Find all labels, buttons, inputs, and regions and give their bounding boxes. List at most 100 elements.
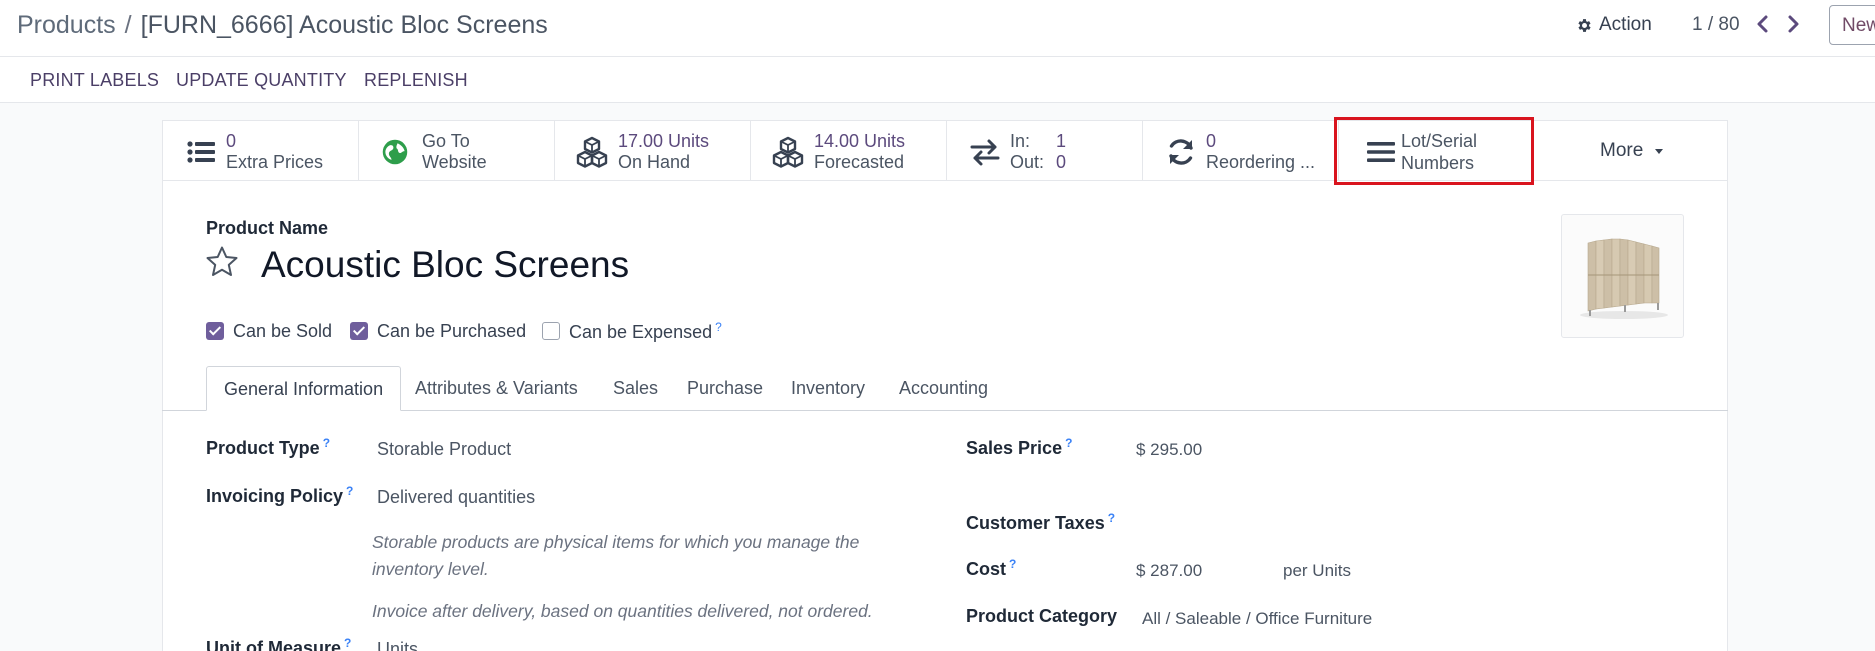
star-icon[interactable] [205, 245, 239, 279]
can-be-sold-checkbox[interactable]: Can be Sold [206, 319, 332, 343]
control-bar: PRINT LABELS UPDATE QUANTITY REPLENISH [0, 57, 1875, 103]
on-hand-text: 17.00 Units On Hand [618, 131, 709, 173]
product-name-field[interactable]: Acoustic Bloc Screens [261, 244, 629, 286]
lots-line2: Numbers [1401, 153, 1475, 173]
checkbox-checked-icon [206, 322, 224, 340]
bars-icon [1367, 142, 1395, 162]
update-quantity-button[interactable]: UPDATE QUANTITY [176, 70, 347, 91]
can-be-expensed-label: Can be Expensed? [569, 320, 722, 343]
gear-icon [1578, 18, 1591, 32]
in-label: In: [1010, 131, 1031, 151]
action-label: Action [1599, 14, 1652, 35]
go-to-website-button[interactable]: Go To Website [359, 121, 555, 181]
tab-sales[interactable]: Sales [613, 378, 658, 399]
out-row: Out: 0 [1010, 152, 1066, 173]
product-type-label: Product Type? [206, 436, 330, 459]
exchange-arrows-icon [970, 139, 1000, 166]
print-labels-button[interactable]: PRINT LABELS [30, 70, 159, 91]
globe-icon [382, 139, 408, 165]
website-line1: Go To [422, 131, 470, 151]
sales-price-field[interactable]: $ 295.00 [1136, 440, 1202, 460]
acoustic-screen-picture-icon [1580, 238, 1668, 319]
pager-counter[interactable]: 1 / 80 [1692, 14, 1740, 36]
notebook-tabs: General Information Attributes & Variant… [162, 366, 1728, 411]
breadcrumb: Products / [FURN_6666] Acoustic Bloc Scree… [17, 11, 548, 40]
list-icon [187, 141, 215, 163]
forecasted-button[interactable]: 14.00 Units Forecasted [751, 121, 947, 181]
cubes-icon [772, 136, 804, 168]
chevron-left-icon[interactable] [1752, 12, 1774, 36]
invoicing-policy-label-text: Invoicing Policy [206, 486, 344, 506]
help-tooltip-icon[interactable]: ? [344, 636, 351, 650]
product-type-field[interactable]: Storable Product [377, 439, 511, 460]
storable-product-note: Storable products are physical items for… [372, 532, 860, 579]
on-hand-button[interactable]: 17.00 Units On Hand [555, 121, 751, 181]
help-tooltip-icon[interactable]: ? [1065, 436, 1072, 450]
sales-price-label: Sales Price? [966, 436, 1072, 459]
forecasted-label: Forecasted [814, 152, 905, 172]
customer-taxes-label-text: Customer Taxes [966, 513, 1105, 533]
product-name-label: Product Name [206, 218, 329, 238]
product-image[interactable] [1561, 214, 1684, 338]
reordering-text: 0 Reordering ... [1206, 131, 1315, 173]
extra-prices-button[interactable]: 0 Extra Prices [163, 121, 359, 181]
unit-of-measure-label-text: Unit of Measure [206, 638, 342, 651]
cost-field[interactable]: $ 287.00 [1136, 561, 1202, 581]
caret-down-icon [1654, 149, 1663, 154]
action-menu-button[interactable]: Action [1576, 14, 1652, 36]
help-tooltip-icon[interactable]: ? [346, 484, 353, 498]
unit-of-measure-label: Unit of Measure? [206, 636, 351, 651]
invoicing-policy-field[interactable]: Delivered quantities [377, 487, 535, 508]
checkbox-unchecked-icon [542, 322, 560, 340]
reordering-label: Reordering ... [1206, 152, 1316, 172]
help-tooltip-icon[interactable]: ? [1108, 511, 1115, 525]
reordering-rules-button[interactable]: 0 Reordering ... [1143, 121, 1339, 181]
help-tooltip-icon[interactable]: ? [323, 436, 330, 450]
can-be-purchased-checkbox[interactable]: Can be Purchased [350, 319, 526, 343]
product-category-field[interactable]: All / Saleable / Office Furniture [1142, 609, 1372, 629]
more-label: More [1600, 140, 1644, 161]
website-text: Go To Website [422, 131, 487, 173]
tab-attributes-variants[interactable]: Attributes & Variants [415, 378, 578, 399]
unit-of-measure-field[interactable]: Units [377, 639, 418, 651]
out-value: 0 [1056, 152, 1067, 172]
extra-prices-value: 0 [226, 131, 237, 151]
new-button[interactable]: New [1829, 5, 1875, 45]
customer-taxes-label: Customer Taxes? [966, 511, 1115, 534]
help-tooltip-icon[interactable]: ? [715, 320, 722, 334]
breadcrumb-current: [FURN_6666] Acoustic Bloc Screens [140, 11, 548, 39]
tab-purchase[interactable]: Purchase [687, 378, 763, 399]
reordering-value: 0 [1206, 131, 1217, 151]
in-out-text: In: 1 Out: 0 [1010, 131, 1066, 173]
tab-inventory[interactable]: Inventory [791, 378, 865, 399]
lots-line1: Lot/Serial [1401, 131, 1478, 151]
checkbox-checked-icon [350, 322, 368, 340]
cubes-icon [576, 136, 608, 168]
website-line2: Website [422, 152, 487, 172]
in-value: 1 [1056, 131, 1067, 151]
cost-unit-label: per Units [1283, 561, 1352, 580]
extra-prices-text: 0 Extra Prices [226, 131, 323, 173]
can-be-expensed-text: Can be Expensed [569, 321, 713, 342]
invoicing-policy-label: Invoicing Policy? [206, 484, 353, 507]
more-dropdown-button[interactable]: More [1600, 140, 1665, 162]
product-category-label: Product Category [966, 606, 1118, 626]
can-be-expensed-checkbox[interactable]: Can be Expensed? [542, 319, 722, 343]
lots-label[interactable]: Lot/Serial Numbers [1401, 130, 1477, 174]
tab-general-information[interactable]: General Information [206, 366, 402, 411]
in-out-button[interactable]: In: 1 Out: 0 [947, 121, 1143, 181]
extra-prices-label: Extra Prices [226, 152, 324, 172]
chevron-right-icon[interactable] [1782, 12, 1804, 36]
product-type-label-text: Product Type [206, 438, 320, 458]
replenish-button[interactable]: REPLENISH [364, 70, 468, 91]
cost-label: Cost? [966, 557, 1016, 580]
refresh-icon [1169, 139, 1193, 165]
breadcrumb-separator: / [124, 11, 132, 39]
smart-button-row: 0 Extra Prices Go To Website 17.00 Units… [163, 121, 1727, 181]
forecasted-text: 14.00 Units Forecasted [814, 131, 905, 173]
out-label: Out: [1010, 152, 1045, 172]
breadcrumb-products-link[interactable]: Products [17, 11, 116, 39]
tab-accounting[interactable]: Accounting [899, 378, 988, 399]
invoice-policy-note: Invoice after delivery, based on quantit… [372, 601, 873, 621]
help-tooltip-icon[interactable]: ? [1009, 557, 1016, 571]
